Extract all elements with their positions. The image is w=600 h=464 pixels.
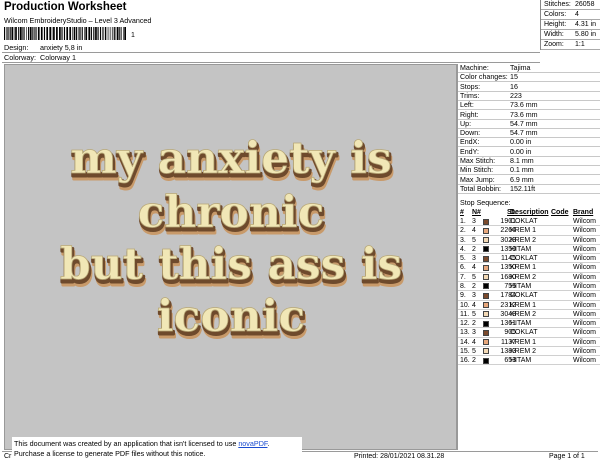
table-row: 5. 3 1145 COKLAT Wilcom bbox=[458, 254, 600, 264]
footer-cr: Cr bbox=[4, 453, 12, 460]
info-row: EndX: 0.00 in bbox=[458, 138, 600, 148]
color-swatch bbox=[483, 357, 489, 364]
sequence-header: # N# St. Description Code Brand bbox=[460, 209, 594, 216]
license-notice: This document was created by an applicat… bbox=[12, 437, 302, 461]
info-row: Right: 73.6 mm bbox=[458, 111, 600, 120]
color-swatch bbox=[483, 255, 489, 262]
color-swatch bbox=[483, 264, 489, 271]
software-name: Wilcom EmbroideryStudio – Level 3 Advanc… bbox=[4, 16, 152, 25]
design-label: Design: bbox=[4, 43, 29, 52]
color-swatch bbox=[483, 329, 489, 336]
table-row: 8. 2 755 HITAM Wilcom bbox=[458, 282, 600, 292]
info-row: Stops: 16 bbox=[458, 83, 600, 92]
divider bbox=[2, 52, 540, 53]
table-row: 1. 3 1901 COKLAT Wilcom bbox=[458, 217, 600, 227]
color-swatch bbox=[483, 237, 489, 244]
table-row: 3. 5 3028 KREM 2 Wilcom bbox=[458, 236, 600, 245]
printed-date: Printed: 28/01/2021 08.31.28 bbox=[354, 453, 445, 460]
color-swatch bbox=[483, 348, 489, 355]
embroidery-design: my anxiety ismy anxiety ismy anxiety isc… bbox=[59, 133, 405, 350]
info-row: Up: 54.7 mm bbox=[458, 120, 600, 129]
design-text-line: iconic bbox=[157, 291, 305, 342]
barcode bbox=[4, 27, 126, 40]
design-preview: my anxiety is my anxiety is my anxiety is c… bbox=[4, 64, 457, 450]
table-row: 10. 4 2312 KREM 1 Wilcom bbox=[458, 301, 600, 310]
design-row: Design: anxiety 5,8 in bbox=[4, 43, 82, 52]
design-text-line: chronic bbox=[138, 187, 325, 238]
table-row: 7. 5 1680 KREM 2 Wilcom bbox=[458, 273, 600, 282]
design-text-line: my anxiety is bbox=[70, 133, 392, 184]
colorway-row: Colorway: Colorway 1 bbox=[4, 53, 76, 62]
stop-sequence-title: Stop Sequence: bbox=[460, 199, 511, 207]
table-row: 14. 4 1137 KREM 1 Wilcom bbox=[458, 338, 600, 347]
color-swatch bbox=[483, 246, 489, 253]
design-text-line: but this ass is bbox=[60, 239, 402, 290]
color-swatch bbox=[483, 283, 489, 290]
color-swatch bbox=[483, 339, 489, 346]
page-number: Page 1 of 1 bbox=[549, 453, 585, 460]
info-row: Left: 73.6 mm bbox=[458, 101, 600, 111]
info-row: Color changes: 15 bbox=[458, 73, 600, 83]
design-value: anxiety 5,8 in bbox=[40, 43, 83, 52]
table-row: 11. 5 3048 KREM 2 Wilcom bbox=[458, 310, 600, 320]
info-row: Total Bobbin: 152.11ft bbox=[458, 185, 600, 194]
color-swatch bbox=[483, 218, 489, 225]
page-title: Production Worksheet bbox=[4, 1, 127, 13]
table-row: 4. 2 1350 HITAM Wilcom bbox=[458, 245, 600, 255]
info-row: Down: 54.7 mm bbox=[458, 129, 600, 139]
colorway-label: Colorway: bbox=[4, 53, 36, 62]
table-row: 2. 4 2264 KREM 1 Wilcom bbox=[458, 226, 600, 236]
table-row: 15. 5 1383 KREM 2 Wilcom bbox=[458, 347, 600, 357]
stat-zoom: Zoom: 1:1 bbox=[541, 40, 600, 50]
stats-box: Stitches: 26058 Colors: 4 Height: 4.31 in W… bbox=[540, 0, 600, 50]
table-row: 12. 2 1361 HITAM Wilcom bbox=[458, 319, 600, 329]
info-row: Max Stitch: 8.1 mm bbox=[458, 157, 600, 167]
color-swatch bbox=[483, 302, 489, 309]
color-swatch bbox=[483, 311, 489, 318]
stat-colors: Colors: 4 bbox=[541, 10, 600, 20]
barcode-digit: 1 bbox=[131, 32, 135, 39]
stat-stitches: Stitches: 26058 bbox=[541, 0, 600, 10]
table-row: 13. 3 905 COKLAT Wilcom bbox=[458, 328, 600, 338]
novapdf-link[interactable]: novaPDF bbox=[238, 439, 267, 448]
info-row: Trims: 223 bbox=[458, 92, 600, 101]
colorway-value: Colorway 1 bbox=[40, 53, 76, 62]
table-row: 16. 2 653 HITAM Wilcom bbox=[458, 356, 600, 366]
color-swatch bbox=[483, 320, 489, 327]
info-row: Max Jump: 6.9 mm bbox=[458, 176, 600, 185]
stat-height: Height: 4.31 in bbox=[541, 20, 600, 30]
worksheet-header: Production Worksheet Wilcom EmbroiderySt… bbox=[0, 0, 600, 64]
info-row: Min Stitch: 0.1 mm bbox=[458, 166, 600, 176]
info-row: EndY: 0.00 in bbox=[458, 148, 600, 157]
color-swatch bbox=[483, 274, 489, 281]
divider bbox=[2, 62, 540, 63]
color-swatch bbox=[483, 227, 489, 234]
machine-info-panel: Machine: Tajima Color changes: 15 Stops: 16 Tr… bbox=[457, 64, 600, 450]
color-swatch bbox=[483, 292, 489, 299]
table-row: 9. 3 1784 COKLAT Wilcom bbox=[458, 291, 600, 301]
table-row: 6. 4 1350 KREM 1 Wilcom bbox=[458, 263, 600, 273]
info-row: Machine: Tajima bbox=[458, 64, 600, 74]
stat-width: Width: 5.80 in bbox=[541, 30, 600, 40]
